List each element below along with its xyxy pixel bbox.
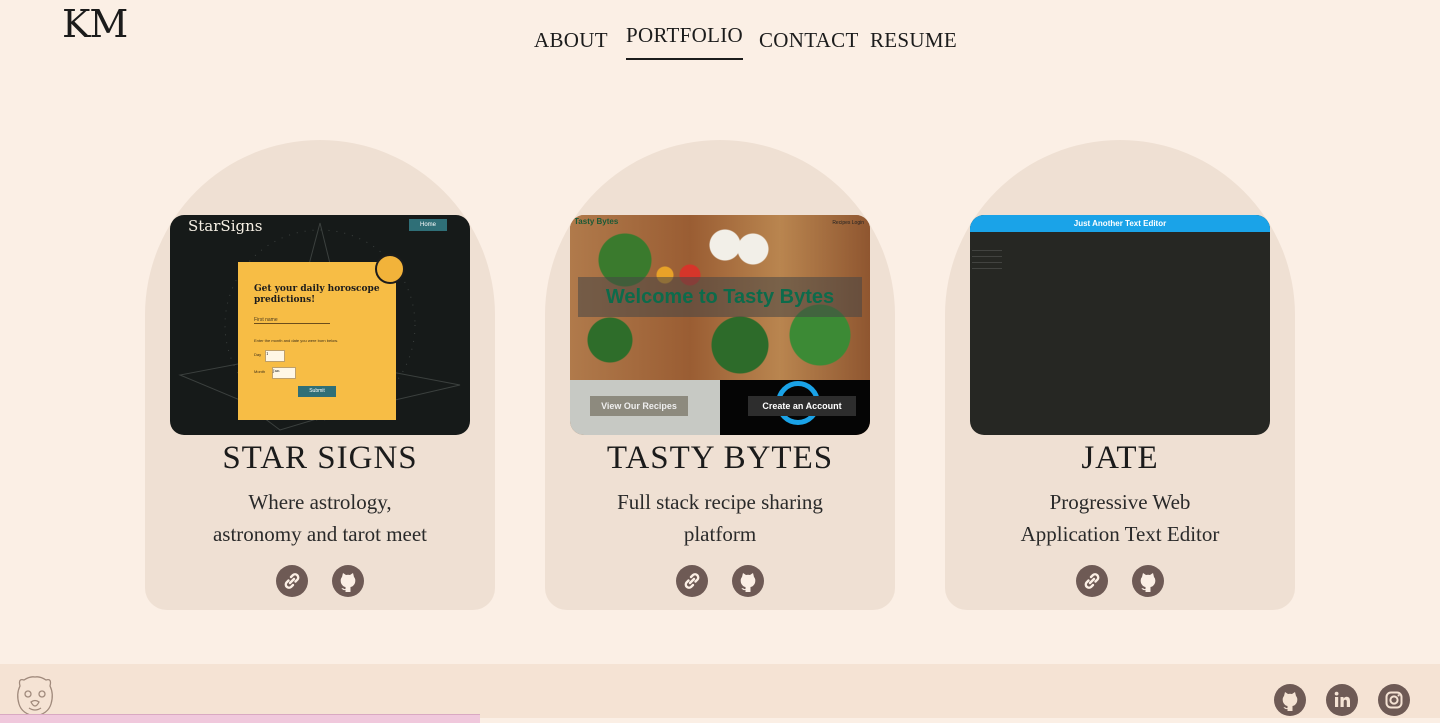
nav-portfolio[interactable]: PORTFOLIO	[626, 23, 743, 60]
github-icon[interactable]	[731, 565, 764, 597]
project-card-jate: Just Another Text Editor JATE Progressiv…	[945, 140, 1295, 610]
project-description: Full stack recipe sharing platform	[617, 490, 823, 546]
month-label: Month	[254, 369, 266, 374]
linkedin-icon[interactable]	[1326, 684, 1358, 716]
name-field: First name	[254, 317, 330, 324]
starsigns-home-button: Home	[409, 219, 447, 231]
create-account-button: Create an Account	[748, 396, 856, 416]
nav-about[interactable]: ABOUT	[534, 28, 608, 53]
project-screenshot: Just Another Text Editor	[970, 215, 1270, 435]
link-icon[interactable]	[1076, 565, 1109, 597]
editor-code-lines	[972, 250, 1002, 272]
starsigns-brand: StarSigns	[188, 217, 263, 235]
github-icon[interactable]	[1131, 565, 1164, 597]
view-recipes-button: View Our Recipes	[590, 396, 688, 416]
project-screenshot: StarSigns Home Get your daily horoscope …	[170, 215, 470, 435]
github-icon[interactable]	[331, 565, 364, 597]
nav-contact[interactable]: CONTACT	[759, 28, 859, 53]
project-card-star-signs: StarSigns Home Get your daily horoscope …	[145, 140, 495, 610]
project-title: TASTY BYTES	[606, 440, 834, 476]
project-title: JATE	[1081, 440, 1159, 476]
project-description: Where astrology, astronomy and tarot meet	[212, 490, 428, 546]
link-icon[interactable]	[676, 565, 709, 597]
project-screenshot: Tasty Bytes Recipes Login Welcome to Tas…	[570, 215, 870, 435]
day-select: 1	[265, 350, 285, 362]
main-nav: ABOUT PORTFOLIO CONTACT RESUME	[0, 0, 1440, 70]
project-links	[545, 565, 895, 597]
zodiac-wheel-icon	[375, 254, 405, 284]
horoscope-form: Get your daily horoscope predictions! Fi…	[238, 262, 396, 420]
form-submit: Submit	[298, 386, 336, 397]
tasty-bytes-nav: Recipes Login	[832, 220, 864, 226]
form-title: Get your daily horoscope predictions!	[254, 284, 380, 305]
form-instruction: Enter the month and date you were born b…	[254, 338, 339, 343]
welcome-banner: Welcome to Tasty Bytes	[578, 277, 862, 317]
nav-resume[interactable]: RESUME	[870, 28, 957, 53]
link-icon[interactable]	[276, 565, 309, 597]
tasty-bytes-brand: Tasty Bytes	[574, 217, 619, 226]
footer	[0, 664, 1440, 723]
pink-overlay-bar	[0, 714, 480, 723]
github-icon[interactable]	[1274, 684, 1306, 716]
project-links	[945, 565, 1295, 597]
project-title: STAR SIGNS	[222, 440, 418, 476]
project-links	[145, 565, 495, 597]
pug-logo-icon	[17, 676, 53, 717]
month-select: Jan	[272, 367, 296, 379]
project-description: Progressive Web Application Text Editor	[1020, 490, 1220, 546]
jate-header: Just Another Text Editor	[970, 215, 1270, 232]
project-card-tasty-bytes: Tasty Bytes Recipes Login Welcome to Tas…	[545, 140, 895, 610]
day-label: Day	[254, 352, 262, 357]
instagram-icon[interactable]	[1378, 684, 1410, 716]
